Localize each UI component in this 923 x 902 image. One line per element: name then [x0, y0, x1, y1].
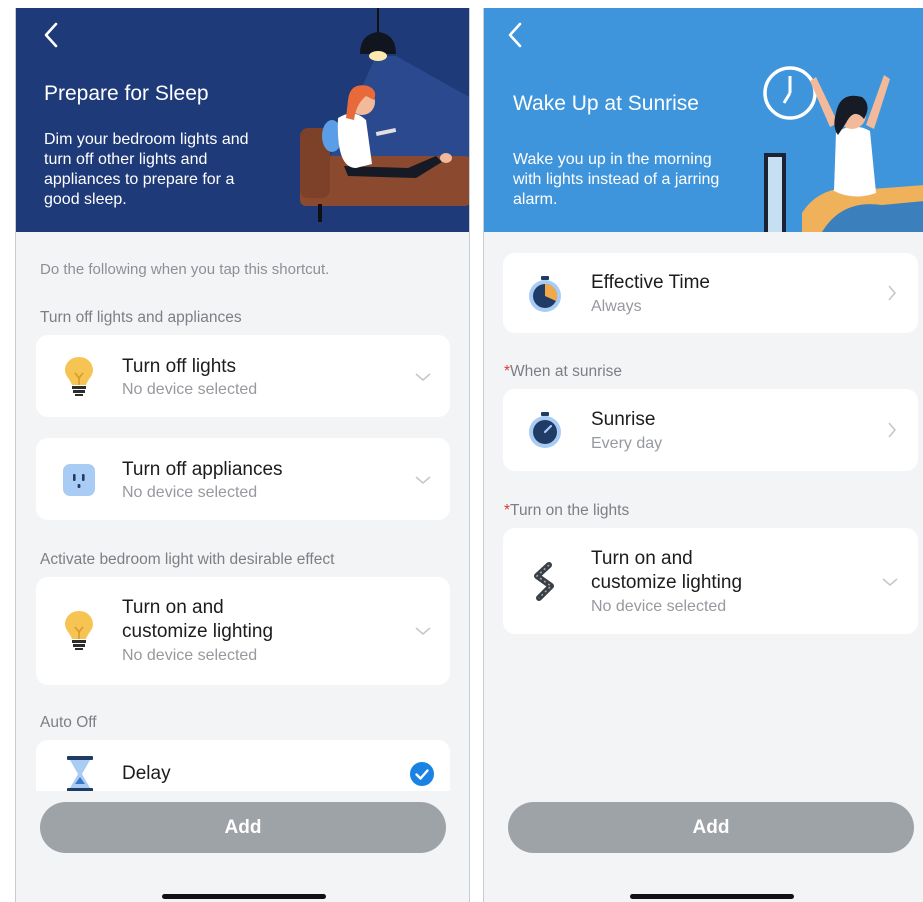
add-button[interactable]: Add	[40, 802, 446, 853]
chevron-right-icon	[888, 422, 897, 438]
card-title-line2: customize lighting	[591, 572, 743, 593]
card-title: Sunrise	[591, 409, 656, 430]
section-label-turn-off: Turn off lights and appliances	[40, 309, 242, 326]
light-bulb-icon	[65, 611, 93, 650]
card-subtitle: Every day	[591, 435, 663, 452]
card-subtitle: No device selected	[122, 484, 258, 501]
checkmark-circle-icon[interactable]	[410, 762, 434, 786]
section-label-activate: Activate bedroom light with desirable ef…	[40, 551, 335, 568]
power-socket-icon	[63, 464, 95, 496]
section-label-sunrise: *When at sunrise	[504, 363, 623, 380]
hero-banner: Prepare for Sleep Dim your bedroom light…	[16, 8, 469, 232]
hourglass-icon	[67, 756, 93, 792]
home-indicator	[630, 894, 794, 899]
chevron-left-icon	[44, 22, 58, 48]
home-indicator	[162, 894, 326, 899]
page-description: Dim your bedroom lights and turn off oth…	[44, 131, 249, 208]
chevron-down-icon	[415, 627, 431, 636]
section-label-auto-off: Auto Off	[40, 714, 97, 731]
light-strip-icon	[534, 562, 554, 601]
section-label-lights: *Turn on the lights	[504, 502, 630, 519]
turn-off-appliances-card[interactable]: Turn off appliances No device selected	[36, 438, 450, 520]
card-title: Turn off lights	[122, 356, 237, 377]
page-description: Wake you up in the morning with lights i…	[513, 151, 720, 208]
timer-icon	[529, 412, 561, 448]
back-button[interactable]	[502, 18, 530, 52]
card-subtitle: No device selected	[122, 647, 258, 664]
card-subtitle: No device selected	[122, 381, 258, 398]
effective-time-card[interactable]: Effective Time Always	[503, 253, 918, 333]
waking-woman-illustration	[763, 66, 923, 232]
light-bulb-icon	[65, 357, 93, 396]
customize-lighting-card[interactable]: Turn on and customize lighting No device…	[503, 528, 918, 634]
page-title: Prepare for Sleep	[44, 82, 209, 105]
page-title: Wake Up at Sunrise	[513, 92, 699, 115]
card-subtitle: Always	[591, 298, 642, 315]
shortcut-hint: Do the following when you tap this short…	[40, 261, 330, 278]
chevron-down-icon	[415, 476, 431, 485]
prepare-for-sleep-screen: Prepare for Sleep Dim your bedroom light…	[15, 8, 470, 902]
card-title: Effective Time	[591, 272, 710, 293]
chevron-right-icon	[888, 285, 897, 301]
add-button[interactable]: Add	[508, 802, 914, 853]
card-title: Delay	[122, 763, 171, 784]
card-title-line2: customize lighting	[122, 621, 274, 642]
hero-banner: Wake Up at Sunrise Wake you up in the mo…	[484, 8, 923, 232]
card-subtitle: No device selected	[591, 598, 727, 615]
back-button[interactable]	[38, 18, 66, 52]
card-title: Turn off appliances	[122, 459, 283, 480]
chevron-down-icon	[415, 373, 431, 382]
timer-icon	[529, 276, 561, 312]
sunrise-card[interactable]: Sunrise Every day	[503, 389, 918, 471]
reading-woman-illustration	[300, 8, 469, 222]
chevron-left-icon	[508, 22, 522, 48]
card-title-line1: Turn on and	[591, 548, 693, 569]
turn-off-lights-card[interactable]: Turn off lights No device selected	[36, 335, 450, 417]
wake-up-at-sunrise-screen: Wake Up at Sunrise Wake you up in the mo…	[483, 8, 923, 902]
card-title-line1: Turn on and	[122, 597, 224, 618]
customize-lighting-card[interactable]: Turn on and customize lighting No device…	[36, 577, 450, 685]
chevron-down-icon	[882, 578, 898, 587]
